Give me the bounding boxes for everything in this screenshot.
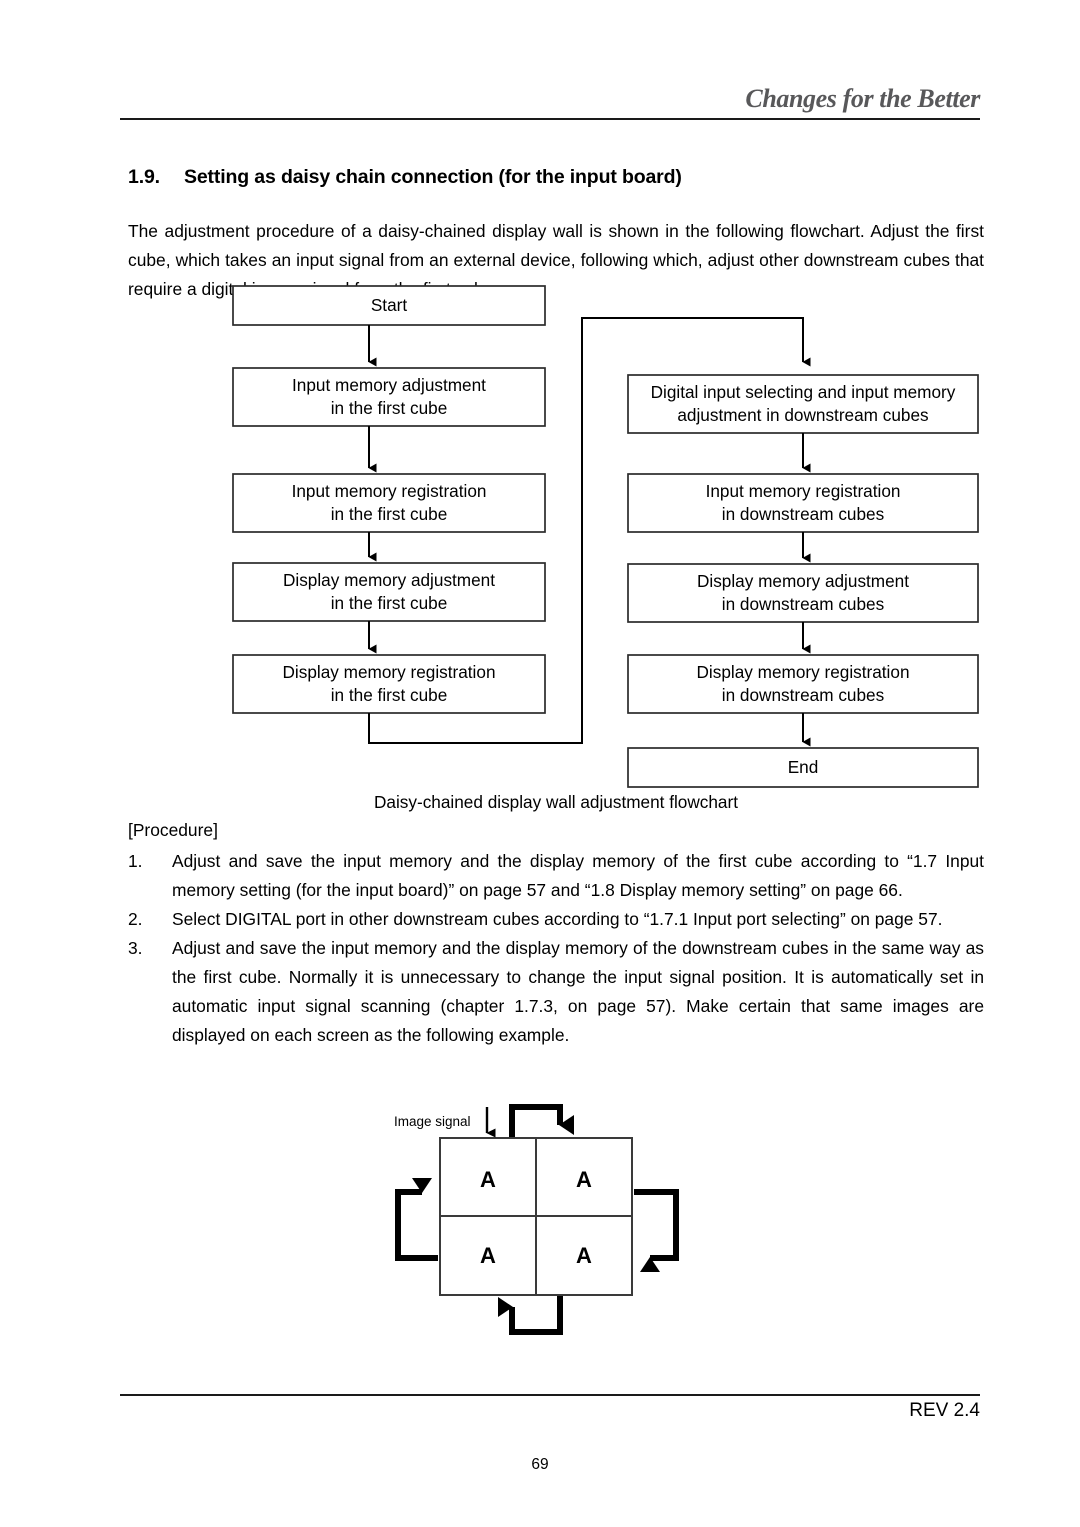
header-tagline: Changes for the Better (745, 84, 980, 113)
page-number: 69 (531, 1456, 549, 1473)
procedure-item: 2. Select DIGITAL port in other downstrea… (128, 905, 984, 934)
chain-arrow-bottom (498, 1296, 563, 1335)
procedure-list: 1. Adjust and save the input memory and t… (128, 847, 984, 1050)
procedure-item-text: Adjust and save the input memory and the… (172, 851, 984, 900)
procedure-item-number: 2. (128, 909, 143, 929)
chain-arrow-top (509, 1104, 574, 1137)
flowchart-caption: Daisy-chained display wall adjustment fl… (374, 792, 738, 812)
procedure-label: [Procedure] (128, 820, 218, 840)
procedure-item: 1. Adjust and save the input memory and t… (128, 847, 984, 905)
flow-box-right-2 (627, 473, 979, 533)
flow-box-right-1 (627, 374, 979, 434)
section-number: 1.9. (128, 166, 160, 188)
display-wall-diagram: A A A A (0, 1095, 1080, 1345)
flow-box-left-4 (232, 654, 546, 714)
procedure-item-text: Select DIGITAL port in other downstream … (172, 909, 943, 929)
section-title: Setting as daisy chain connection (for t… (184, 166, 682, 188)
procedure-item-text: Adjust and save the input memory and the… (172, 938, 984, 1045)
chain-arrow-left (395, 1178, 438, 1261)
page-title: 1.9. Setting as daisy chain connection (f… (128, 166, 988, 189)
chain-arrow-right (634, 1189, 679, 1272)
procedure-item: 3. Adjust and save the input memory and t… (128, 934, 984, 1050)
flow-box-left-1 (232, 367, 546, 427)
display-wall-svg (395, 1104, 679, 1335)
footer-revision: REV 2.4 (909, 1400, 980, 1421)
flow-box-right-3 (627, 563, 979, 623)
procedure-item-number: 1. (128, 851, 143, 871)
flow-box-left-2 (232, 473, 546, 533)
header-divider (120, 118, 980, 120)
footer-divider (120, 1394, 980, 1396)
flowchart-svg (232, 285, 979, 788)
flow-box-right-4 (627, 654, 979, 714)
procedure-item-number: 3. (128, 938, 143, 958)
flow-box-end (627, 747, 979, 788)
flow-box-start (232, 285, 546, 326)
flow-box-left-3 (232, 562, 546, 622)
flowchart-diagram: Start Input memory adjustment in the fir… (0, 270, 1080, 800)
